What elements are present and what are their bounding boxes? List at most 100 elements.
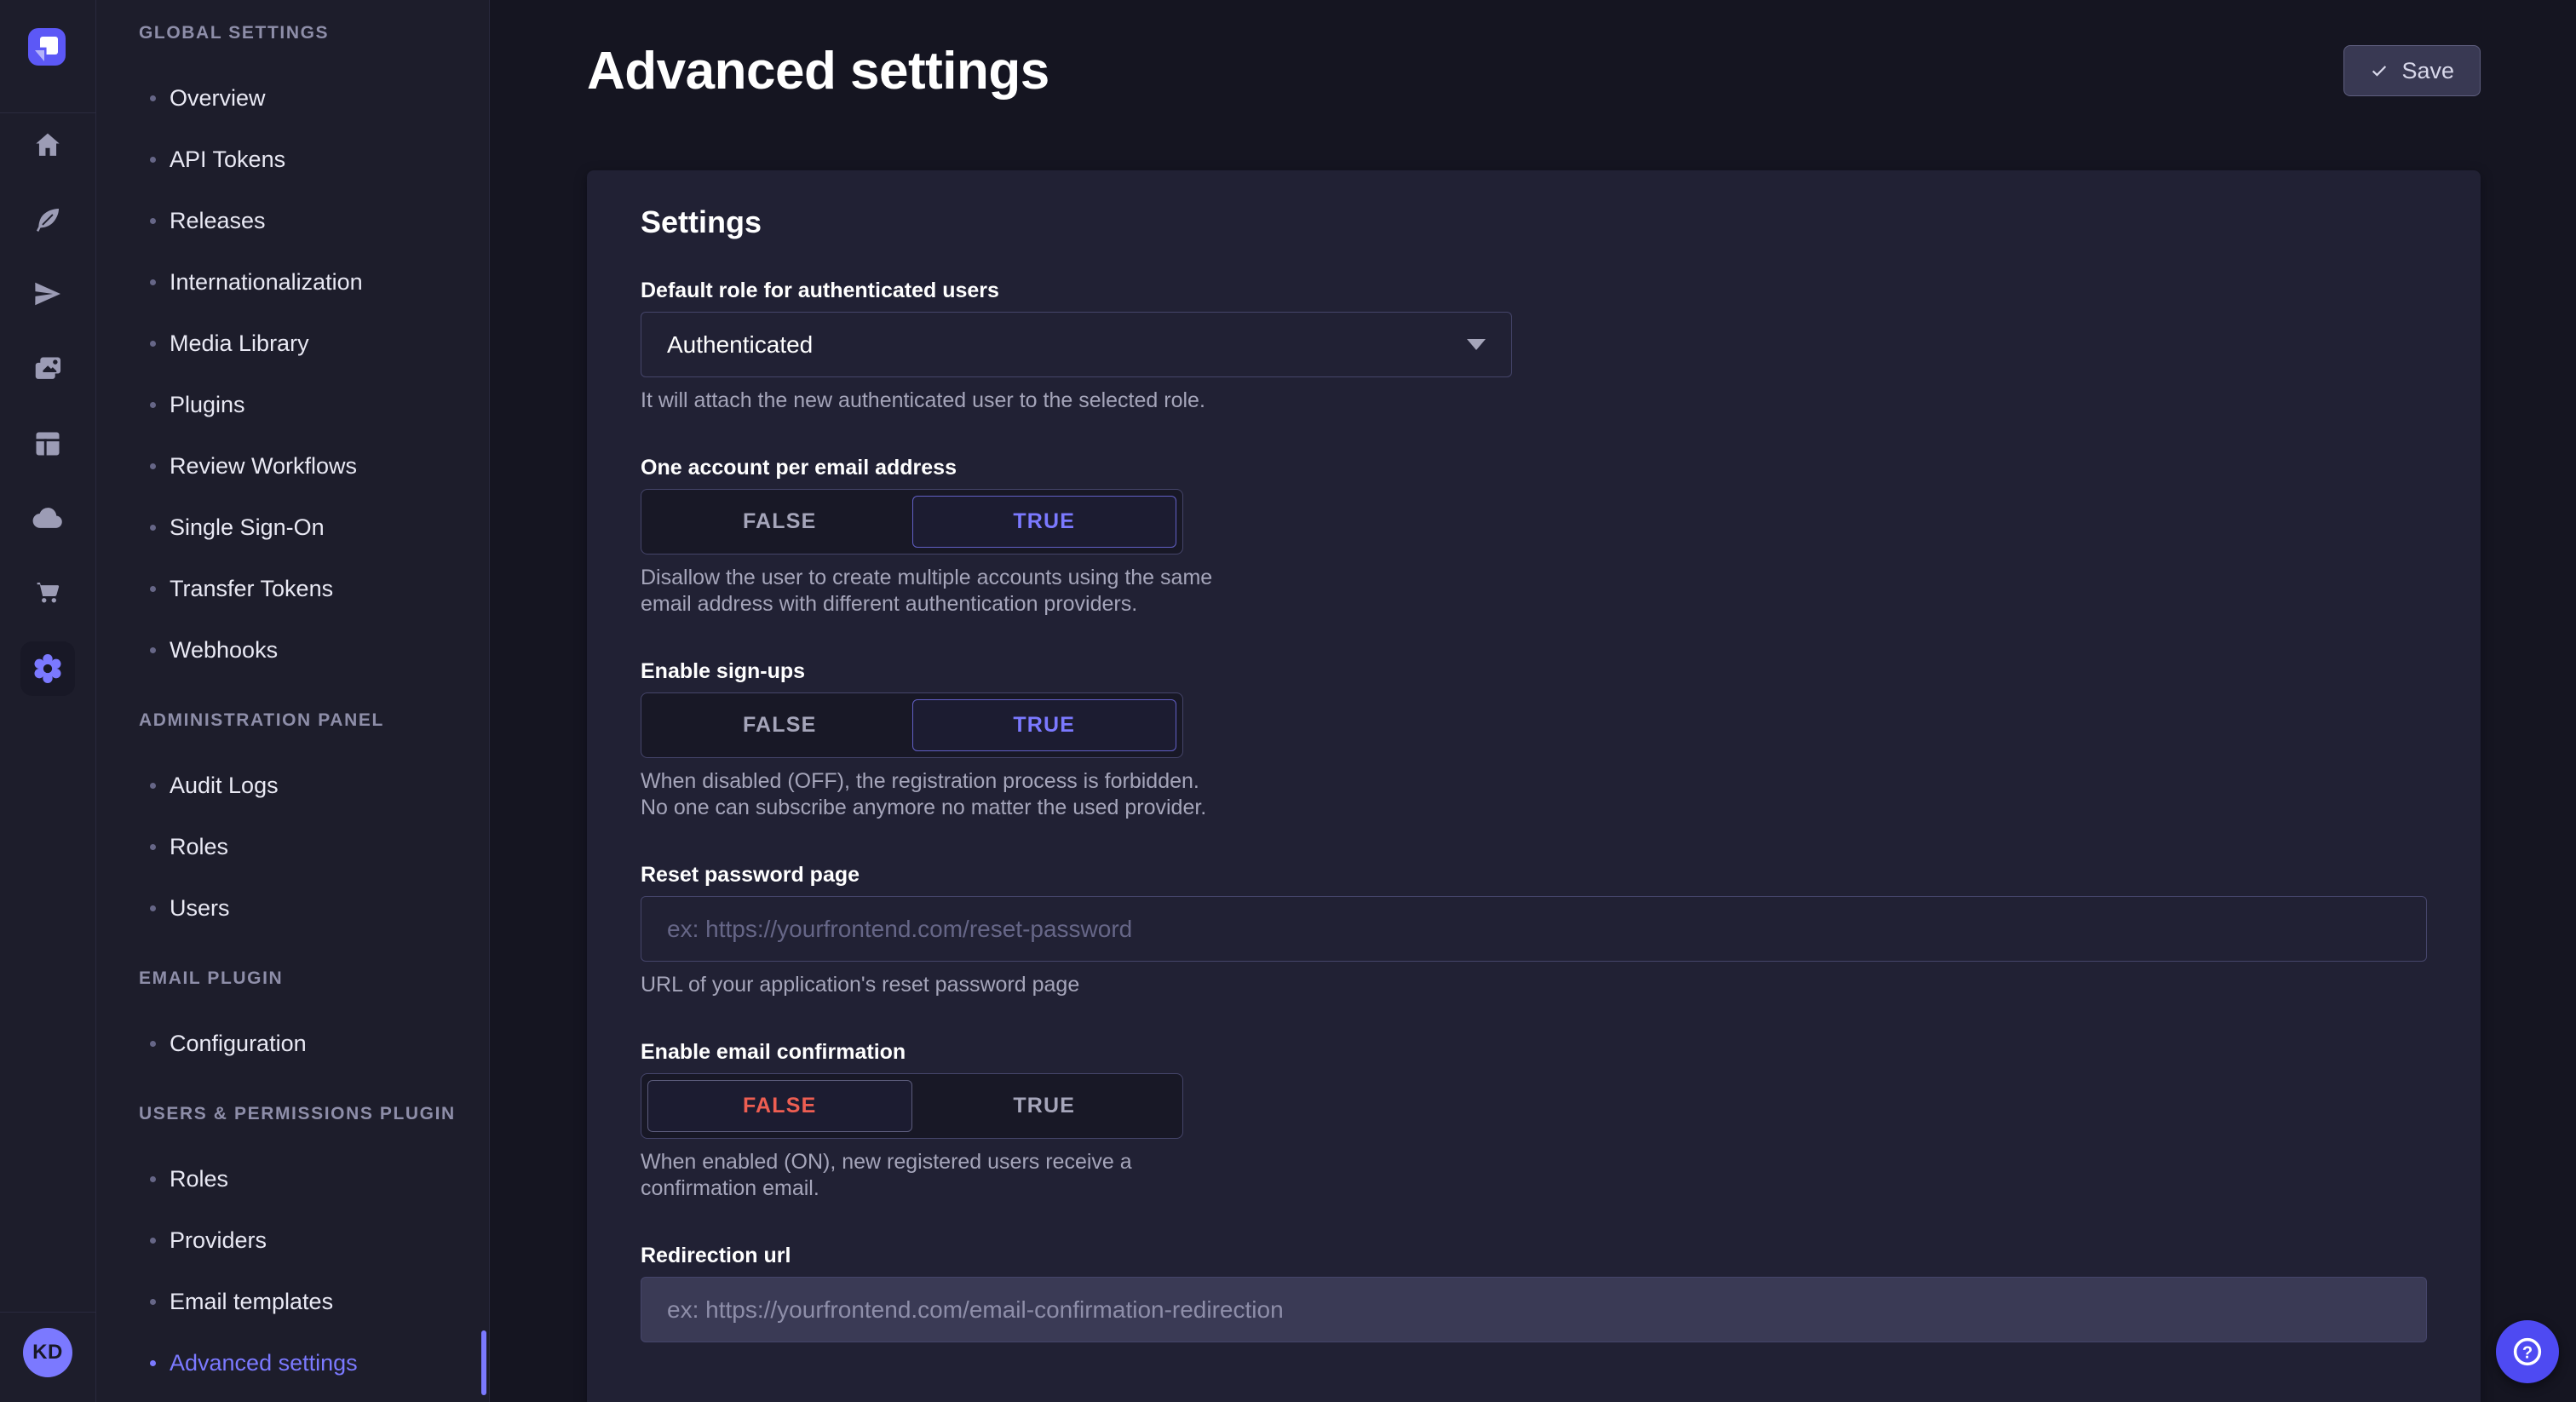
bullet-icon	[150, 525, 156, 531]
one-account-toggle[interactable]: FALSE TRUE	[641, 489, 1183, 554]
user-avatar[interactable]: KD	[23, 1328, 72, 1377]
layout-icon[interactable]	[32, 428, 63, 459]
bullet-icon	[150, 218, 156, 224]
strapi-logo-glyph-shadow	[35, 50, 44, 61]
sidebar-item-label: Users	[170, 895, 230, 922]
rail-divider-bottom	[0, 1312, 96, 1313]
field-hint: URL of your application's reset password…	[641, 972, 2427, 998]
save-button[interactable]: Save	[2343, 45, 2481, 96]
email-confirmation-toggle[interactable]: FALSE TRUE	[641, 1073, 1183, 1139]
field-label: Enable email confirmation	[641, 1039, 2427, 1065]
sidebar-item-webhooks[interactable]: Webhooks	[96, 619, 489, 681]
sidebar-item-api-tokens[interactable]: API Tokens	[96, 129, 489, 190]
toggle-option-true[interactable]: TRUE	[912, 496, 1177, 548]
toggle-option-false[interactable]: FALSE	[647, 1080, 912, 1132]
sidebar-item-label: API Tokens	[170, 147, 285, 173]
bullet-icon	[150, 463, 156, 469]
nav-section-administration-panel: ADMINISTRATION PANEL Audit Logs Roles Us…	[96, 711, 489, 939]
sidebar-item-label: Internationalization	[170, 269, 363, 296]
sidebar-item-label: Email templates	[170, 1289, 333, 1315]
field-email-confirmation: Enable email confirmation FALSE TRUE Whe…	[641, 1039, 2427, 1202]
sidebar-item-review-workflows[interactable]: Review Workflows	[96, 435, 489, 497]
sidebar-item-users[interactable]: Users	[96, 877, 489, 939]
sidebar-item-label: Audit Logs	[170, 773, 279, 799]
chevron-down-icon	[1467, 339, 1486, 350]
active-indicator-bar	[481, 1330, 486, 1395]
sidebar-item-email-templates[interactable]: Email templates	[96, 1271, 489, 1332]
sidebar-item-plugins[interactable]: Plugins	[96, 374, 489, 435]
sidebar-item-single-sign-on[interactable]: Single Sign-On	[96, 497, 489, 558]
strapi-logo[interactable]	[28, 28, 66, 66]
shopping-cart-icon[interactable]	[32, 577, 64, 610]
question-mark-icon: ?	[2510, 1334, 2545, 1370]
field-hint: It will attach the new authenticated use…	[641, 388, 2427, 414]
nav-section-label: ADMINISTRATION PANEL	[139, 711, 489, 729]
sign-ups-toggle[interactable]: FALSE TRUE	[641, 692, 1183, 758]
settings-gear-icon[interactable]	[20, 641, 75, 696]
nav-section-label: GLOBAL SETTINGS	[139, 24, 489, 42]
field-hint: Disallow the user to create multiple acc…	[641, 565, 1228, 618]
sidebar-item-label: Transfer Tokens	[170, 576, 333, 602]
media-library-icon[interactable]	[32, 353, 64, 385]
nav-section-users-permissions-plugin: USERS & PERMISSIONS PLUGIN Roles Provide…	[96, 1105, 489, 1393]
nav-section-global-settings: GLOBAL SETTINGS Overview API Tokens Rele…	[96, 24, 489, 681]
bullet-icon	[150, 783, 156, 789]
bullet-icon	[150, 279, 156, 285]
sidebar-item-label: Advanced settings	[170, 1350, 358, 1376]
field-label: One account per email address	[641, 455, 2427, 480]
reset-password-input[interactable]	[641, 896, 2427, 962]
bullet-icon	[150, 402, 156, 408]
bullet-icon	[150, 586, 156, 592]
icon-rail: KD	[0, 0, 96, 1402]
sidebar-item-providers[interactable]: Providers	[96, 1210, 489, 1271]
sidebar-item-advanced-settings[interactable]: Advanced settings	[96, 1332, 489, 1393]
sidebar-item-audit-logs[interactable]: Audit Logs	[96, 755, 489, 816]
sidebar-item-internationalization[interactable]: Internationalization	[96, 251, 489, 313]
toggle-option-true[interactable]: TRUE	[912, 1080, 1177, 1132]
help-button[interactable]: ?	[2496, 1320, 2559, 1383]
page-title: Advanced settings	[587, 41, 1049, 101]
sidebar-item-label: Plugins	[170, 392, 245, 418]
svg-text:?: ?	[2522, 1343, 2533, 1362]
sidebar-item-label: Single Sign-On	[170, 514, 325, 541]
sidebar-item-transfer-tokens[interactable]: Transfer Tokens	[96, 558, 489, 619]
home-icon[interactable]	[32, 129, 63, 160]
field-default-role: Default role for authenticated users Aut…	[641, 278, 2427, 414]
sidebar-item-label: Overview	[170, 85, 266, 112]
nav-section-label: USERS & PERMISSIONS PLUGIN	[139, 1105, 489, 1123]
sidebar-item-up-roles[interactable]: Roles	[96, 1148, 489, 1210]
bullet-icon	[150, 157, 156, 163]
bullet-icon	[150, 341, 156, 347]
rail-divider-top	[0, 112, 96, 113]
bullet-icon	[150, 1041, 156, 1047]
toggle-option-false[interactable]: FALSE	[647, 496, 912, 548]
cloud-icon[interactable]	[31, 502, 65, 536]
default-role-select[interactable]: Authenticated	[641, 312, 1512, 377]
save-button-label: Save	[2401, 58, 2454, 84]
redirection-url-input[interactable]	[641, 1277, 2427, 1342]
field-label: Reset password page	[641, 862, 2427, 888]
field-label: Enable sign-ups	[641, 658, 2427, 684]
paper-plane-icon[interactable]	[32, 279, 63, 309]
nav-section-email-plugin: EMAIL PLUGIN Configuration	[96, 969, 489, 1074]
select-value: Authenticated	[667, 331, 813, 359]
sidebar-item-configuration[interactable]: Configuration	[96, 1013, 489, 1074]
field-hint: When enabled (ON), new registered users …	[641, 1149, 1228, 1202]
sidebar-item-admin-roles[interactable]: Roles	[96, 816, 489, 877]
toggle-option-true[interactable]: TRUE	[912, 699, 1177, 751]
check-icon	[2370, 61, 2389, 80]
sidebar-item-releases[interactable]: Releases	[96, 190, 489, 251]
sidebar-item-label: Roles	[170, 1166, 228, 1192]
bullet-icon	[150, 905, 156, 911]
toggle-option-false[interactable]: FALSE	[647, 699, 912, 751]
sidebar-item-label: Webhooks	[170, 637, 278, 664]
sidebar-item-label: Releases	[170, 208, 266, 234]
sidebar-item-label: Configuration	[170, 1031, 307, 1057]
sidebar-item-label: Roles	[170, 834, 228, 860]
settings-section-title: Settings	[641, 204, 2427, 240]
feather-icon[interactable]	[32, 204, 63, 235]
bullet-icon	[150, 95, 156, 101]
bullet-icon	[150, 1299, 156, 1305]
sidebar-item-overview[interactable]: Overview	[96, 67, 489, 129]
sidebar-item-media-library[interactable]: Media Library	[96, 313, 489, 374]
